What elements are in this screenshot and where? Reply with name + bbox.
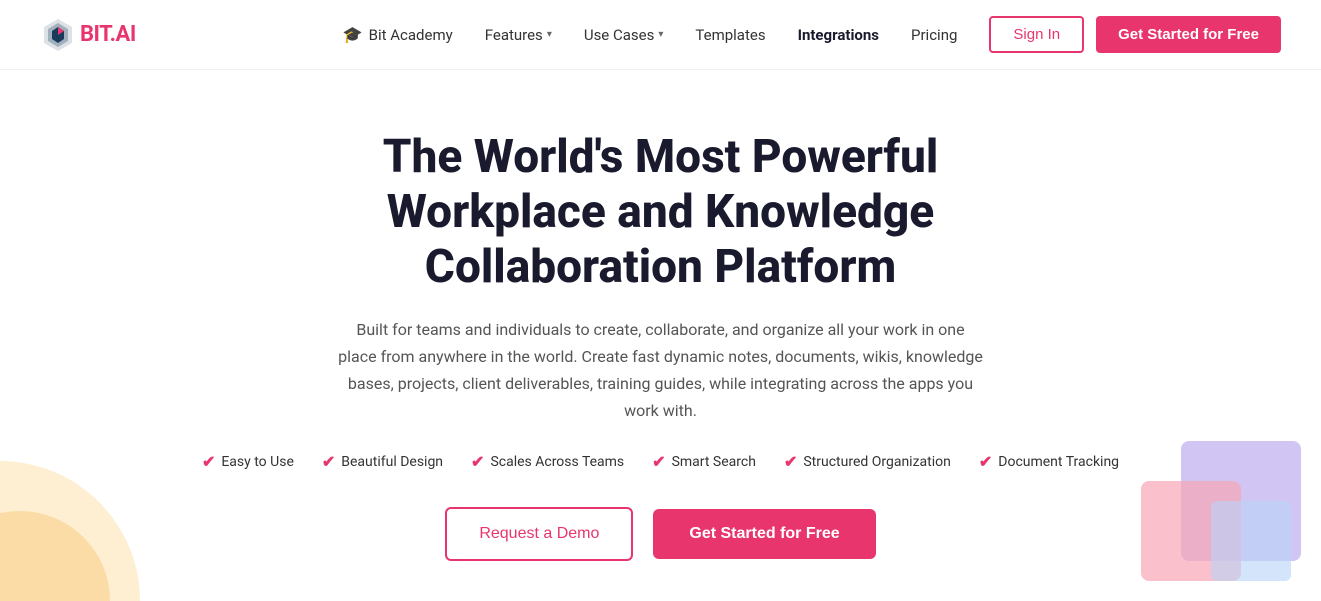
nav-item-pricing[interactable]: Pricing (911, 26, 957, 44)
feature-doc-tracking: ✔ Document Tracking (979, 452, 1119, 471)
feature-scales: ✔ Scales Across Teams (471, 452, 624, 471)
navbar: BIT.AI 🎓 Bit Academy Features ▾ Use Case… (0, 0, 1321, 70)
features-chevron: ▾ (547, 29, 552, 40)
check-icon-2: ✔ (322, 452, 335, 471)
check-icon-6: ✔ (979, 452, 992, 471)
hero-section: The World's Most Powerful Workplace and … (0, 70, 1321, 601)
nav-actions: Sign In Get Started for Free (989, 16, 1281, 53)
get-started-nav-button[interactable]: Get Started for Free (1096, 16, 1281, 53)
cta-buttons: Request a Demo Get Started for Free (445, 507, 875, 561)
request-demo-button[interactable]: Request a Demo (445, 507, 633, 561)
nav-item-academy[interactable]: 🎓 Bit Academy (343, 25, 453, 44)
hero-subtitle: Built for teams and individuals to creat… (336, 316, 986, 425)
nav-item-integrations[interactable]: Integrations (798, 26, 879, 44)
check-icon-1: ✔ (202, 452, 215, 471)
hero-title: The World's Most Powerful Workplace and … (261, 130, 1061, 296)
check-icon-4: ✔ (652, 452, 665, 471)
logo[interactable]: BIT.AI (40, 17, 136, 53)
sign-in-button[interactable]: Sign In (989, 16, 1084, 53)
features-row: ✔ Easy to Use ✔ Beautiful Design ✔ Scale… (202, 452, 1119, 471)
deco-left (0, 421, 180, 601)
use-cases-chevron: ▾ (658, 29, 663, 40)
academy-icon: 🎓 (343, 25, 363, 44)
check-icon-5: ✔ (784, 452, 797, 471)
nav-item-use-cases[interactable]: Use Cases ▾ (584, 26, 664, 44)
check-icon-3: ✔ (471, 452, 484, 471)
feature-easy-to-use: ✔ Easy to Use (202, 452, 294, 471)
get-started-hero-button[interactable]: Get Started for Free (653, 509, 875, 559)
logo-icon (40, 17, 76, 53)
nav-links: 🎓 Bit Academy Features ▾ Use Cases ▾ Tem… (343, 25, 958, 44)
nav-item-features[interactable]: Features ▾ (485, 26, 552, 44)
feature-beautiful-design: ✔ Beautiful Design (322, 452, 443, 471)
feature-structured-org: ✔ Structured Organization (784, 452, 951, 471)
logo-text: BIT.AI (80, 22, 136, 47)
nav-item-templates[interactable]: Templates (695, 26, 765, 44)
deco-right (1101, 421, 1321, 601)
feature-smart-search: ✔ Smart Search (652, 452, 756, 471)
